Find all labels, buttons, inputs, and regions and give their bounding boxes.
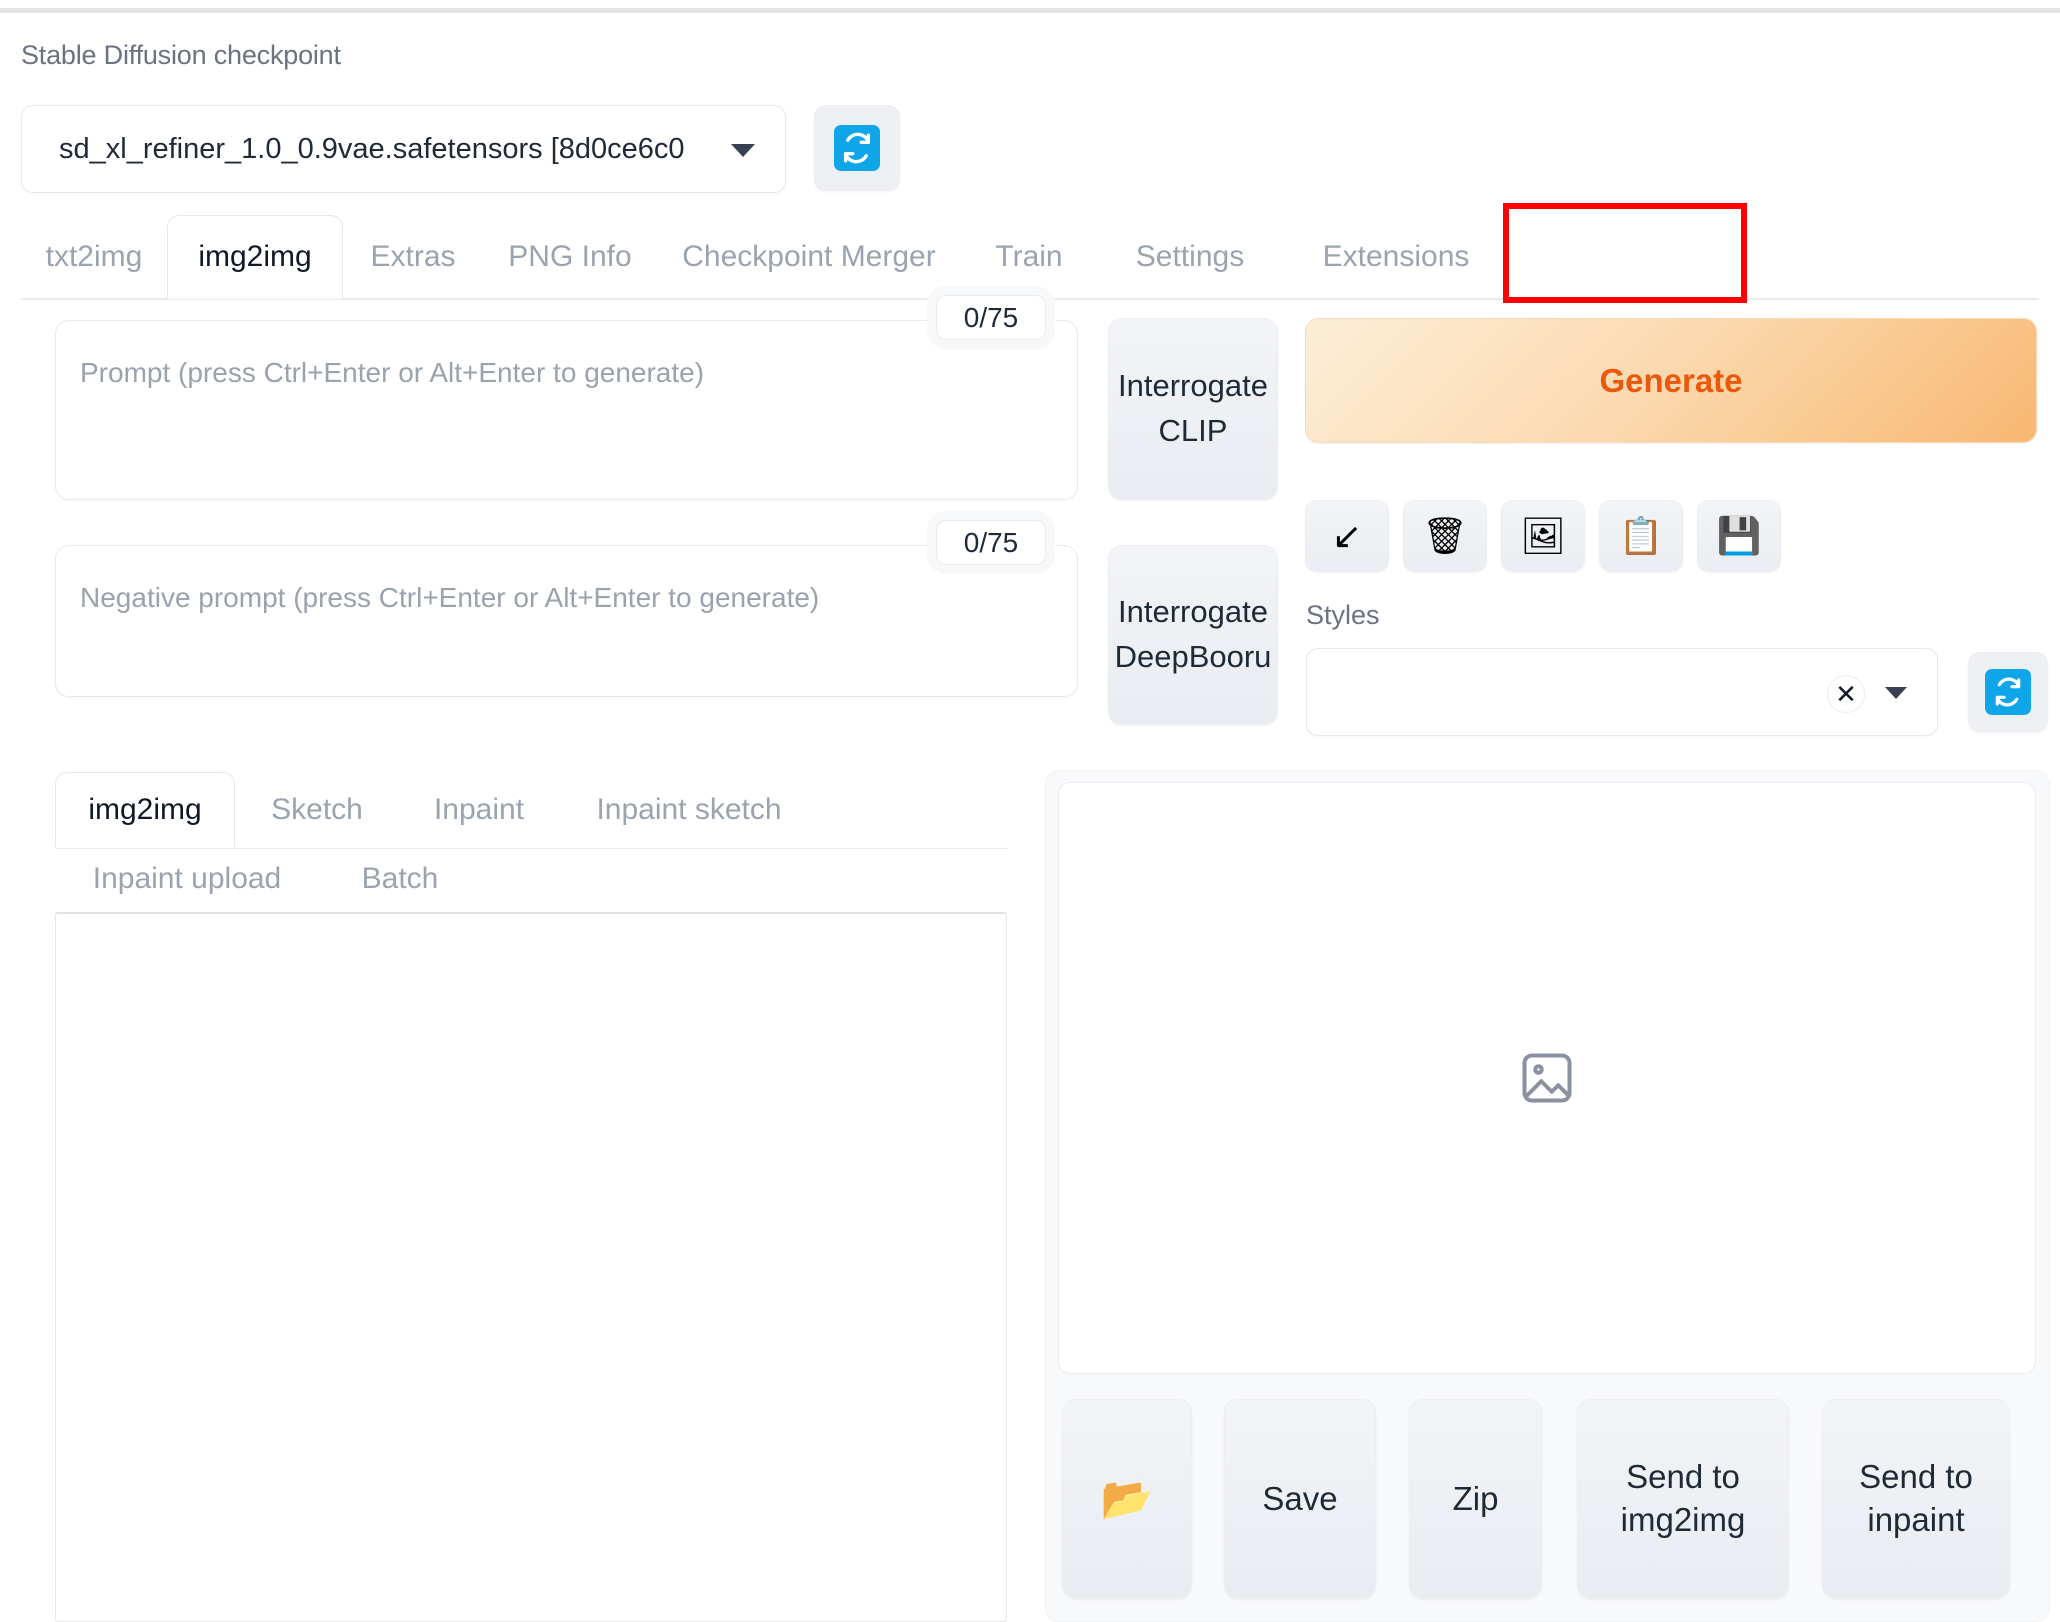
send-to-inpaint-button[interactable]: Send to inpaint bbox=[1822, 1399, 2010, 1599]
refresh-icon bbox=[834, 125, 880, 171]
main-tabbar: txt2img img2img Extras PNG Info Checkpoi… bbox=[21, 215, 2039, 300]
save-button[interactable]: Save bbox=[1224, 1399, 1376, 1599]
negative-prompt-input[interactable]: Negative prompt (press Ctrl+Enter or Alt… bbox=[55, 545, 1078, 697]
subtab-divider bbox=[55, 848, 1008, 849]
image-placeholder-icon bbox=[1517, 1048, 1577, 1108]
checkpoint-value: sd_xl_refiner_1.0_0.9vae.safetensors [8d… bbox=[59, 133, 685, 165]
styles-refresh-button[interactable] bbox=[1968, 652, 2048, 732]
tab-img2img[interactable]: img2img bbox=[167, 215, 343, 299]
styles-select[interactable]: ✕ bbox=[1306, 648, 1938, 736]
negative-prompt-placeholder: Negative prompt (press Ctrl+Enter or Alt… bbox=[80, 582, 820, 613]
tab-png-info[interactable]: PNG Info bbox=[483, 215, 657, 299]
subtab-inpaint-sketch[interactable]: Inpaint sketch bbox=[559, 772, 819, 848]
tab-train[interactable]: Train bbox=[961, 215, 1097, 299]
arrow-down-left-icon[interactable]: ↙ bbox=[1305, 500, 1389, 572]
tab-extras[interactable]: Extras bbox=[343, 215, 483, 299]
prompt-input[interactable]: Prompt (press Ctrl+Enter or Alt+Enter to… bbox=[55, 320, 1078, 500]
subtab-batch[interactable]: Batch bbox=[325, 848, 475, 910]
checkpoint-label: Stable Diffusion checkpoint bbox=[21, 40, 341, 70]
interrogate-deepbooru-button[interactable]: Interrogate DeepBooru bbox=[1108, 545, 1278, 725]
floppy-save-icon[interactable]: 💾 bbox=[1697, 500, 1781, 572]
refresh-icon bbox=[1985, 669, 2031, 715]
interrogate-deepbooru-line2: DeepBooru bbox=[1114, 639, 1272, 674]
checkpoint-refresh-button[interactable] bbox=[814, 105, 900, 191]
interrogate-clip-line2: CLIP bbox=[1158, 413, 1228, 448]
generate-button[interactable]: Generate bbox=[1305, 318, 2037, 443]
chevron-down-icon bbox=[1885, 687, 1907, 699]
negative-prompt-token-counter: 0/75 bbox=[936, 520, 1046, 565]
styles-label: Styles bbox=[1306, 600, 1380, 630]
checkpoint-select[interactable]: sd_xl_refiner_1.0_0.9vae.safetensors [8d… bbox=[21, 105, 786, 193]
interrogate-clip-line1: Interrogate bbox=[1118, 368, 1268, 404]
subtab-sketch[interactable]: Sketch bbox=[235, 772, 399, 848]
image-drop-area[interactable] bbox=[55, 912, 1007, 1622]
prompt-placeholder: Prompt (press Ctrl+Enter or Alt+Enter to… bbox=[80, 357, 705, 388]
zip-button[interactable]: Zip bbox=[1409, 1399, 1542, 1599]
subtab-inpaint-upload[interactable]: Inpaint upload bbox=[57, 848, 317, 910]
tab-settings[interactable]: Settings bbox=[1097, 215, 1283, 299]
top-divider bbox=[0, 8, 2060, 13]
open-folder-button[interactable]: 📂 bbox=[1062, 1399, 1192, 1599]
prompt-token-counter: 0/75 bbox=[936, 295, 1046, 340]
result-gallery-canvas[interactable] bbox=[1058, 782, 2036, 1374]
subtab-img2img[interactable]: img2img bbox=[55, 772, 235, 848]
send-to-img2img-button[interactable]: Send to img2img bbox=[1577, 1399, 1789, 1599]
clear-styles-icon[interactable]: ✕ bbox=[1827, 675, 1865, 713]
clipboard-icon[interactable]: 📋 bbox=[1599, 500, 1683, 572]
picture-icon[interactable]: 🖼 bbox=[1501, 500, 1585, 572]
tab-checkpoint-merger[interactable]: Checkpoint Merger bbox=[657, 215, 961, 299]
interrogate-clip-button[interactable]: Interrogate CLIP bbox=[1108, 318, 1278, 500]
tab-extensions[interactable]: Extensions bbox=[1283, 215, 1509, 299]
chevron-down-icon bbox=[731, 144, 755, 157]
interrogate-deepbooru-line1: Interrogate bbox=[1118, 594, 1268, 630]
tab-txt2img[interactable]: txt2img bbox=[21, 215, 167, 299]
trash-icon[interactable]: 🗑 bbox=[1403, 500, 1487, 572]
subtab-inpaint[interactable]: Inpaint bbox=[399, 772, 559, 848]
app-root: Stable Diffusion checkpoint sd_xl_refine… bbox=[0, 0, 2060, 1622]
